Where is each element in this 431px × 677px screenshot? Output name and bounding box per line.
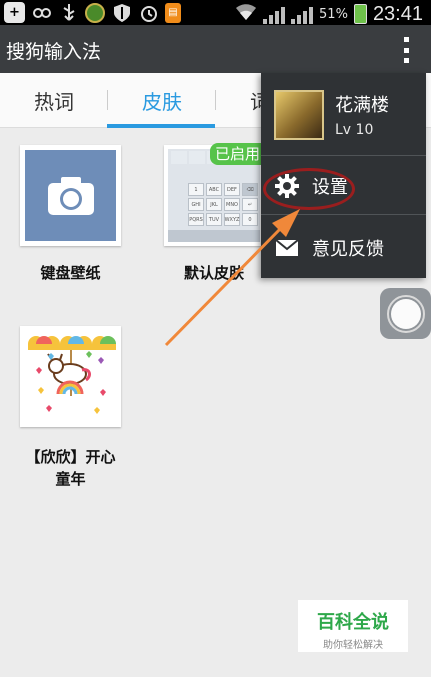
- shield-icon: [111, 2, 132, 23]
- notes-icon: ▤: [165, 2, 181, 23]
- usb-icon: [58, 2, 79, 23]
- signal-icon: [263, 4, 286, 24]
- plus-icon: +: [4, 2, 25, 23]
- alarm-icon: [138, 2, 159, 23]
- signal-icon-2: [291, 4, 314, 24]
- more-vert-icon[interactable]: [397, 37, 415, 63]
- tab-active-indicator: [107, 124, 215, 128]
- tab-divider: [215, 90, 216, 110]
- skin-tile-keyboard-wallpaper[interactable]: [20, 145, 121, 246]
- clock: 23:41: [372, 2, 423, 25]
- watermark-logo: 百科全说 助你轻松解决: [298, 600, 408, 652]
- watermark-subtitle: 助你轻松解决: [323, 640, 383, 651]
- tab-skins[interactable]: 皮肤: [142, 86, 182, 115]
- annotation-arrow: [164, 209, 300, 347]
- tab-divider: [107, 90, 108, 110]
- camera-icon: [47, 176, 94, 215]
- link-icon: [31, 2, 52, 23]
- app-coin-icon: [85, 2, 105, 23]
- status-bar: + ▤ 51% 23:41: [0, 0, 431, 25]
- battery-icon: [353, 4, 367, 24]
- user-name: 花满楼: [335, 95, 389, 116]
- watermark-title: 百科全说: [317, 612, 389, 633]
- user-profile[interactable]: 花满楼 Lv 10: [261, 73, 426, 156]
- floating-assistive-button[interactable]: [380, 288, 431, 339]
- skin-label: 【欣欣】开心 童年: [25, 448, 116, 488]
- battery-percent: 51%: [319, 6, 348, 22]
- system-icons: 51% 23:41: [235, 2, 423, 26]
- enabled-badge: 已启用: [210, 143, 264, 165]
- carousel-horse-illustration: [24, 330, 117, 423]
- skin-label: 键盘壁纸: [40, 264, 101, 282]
- app-title: 搜狗输入法: [6, 41, 102, 63]
- wifi-icon: [235, 2, 257, 26]
- avatar: [274, 90, 324, 140]
- skin-tile-happy-childhood[interactable]: [20, 326, 121, 427]
- user-level: Lv 10: [335, 122, 374, 138]
- tab-hot-words[interactable]: 热词: [34, 86, 74, 115]
- notification-icons: + ▤: [4, 2, 181, 23]
- menu-item-label: 意见反馈: [312, 239, 384, 260]
- app-bar: 搜狗输入法: [0, 25, 431, 73]
